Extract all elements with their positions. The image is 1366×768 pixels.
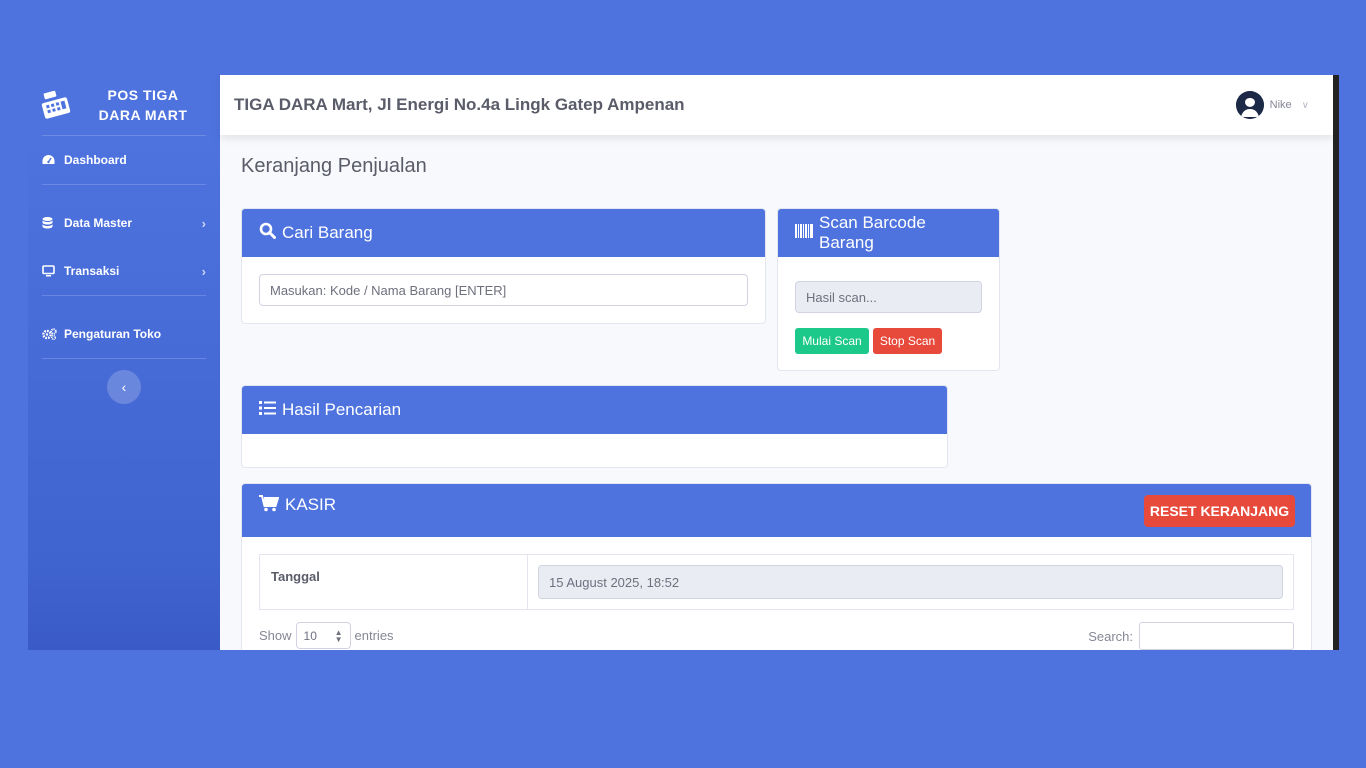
cogs-icon: [42, 328, 58, 340]
sidebar: POS TIGA DARA MART Dashboard Data Master…: [28, 75, 220, 650]
search-card-header: Cari Barang: [242, 209, 765, 257]
scan-card-header: Scan Barcode Barang: [778, 209, 999, 257]
sidebar-divider: [42, 358, 206, 359]
sidebar-item-label: Pengaturan Toko: [64, 327, 162, 341]
store-title: TIGA DARA Mart, Jl Energi No.4a Lingk Ga…: [234, 95, 685, 114]
start-scan-button[interactable]: Mulai Scan: [795, 328, 869, 354]
sidebar-item-label: Dashboard: [64, 153, 127, 167]
sidebar-item-label: Data Master: [64, 216, 133, 230]
reset-cart-button[interactable]: RESET KERANJANG: [1144, 495, 1295, 527]
chevron-right-icon: ›: [201, 215, 206, 231]
database-icon: [42, 217, 58, 229]
search-card: Cari Barang Masukan: Kode / Nama Barang …: [241, 208, 766, 324]
scan-card: Scan Barcode Barang Hasil scan... Mulai …: [777, 208, 1000, 371]
search-input[interactable]: Masukan: Kode / Nama Barang [ENTER]: [259, 274, 748, 306]
barcode-icon: [795, 223, 813, 243]
chevron-left-icon: ‹: [121, 379, 127, 395]
scan-result-input[interactable]: Hasil scan...: [795, 281, 982, 313]
brand-line-2: DARA MART: [98, 107, 188, 123]
date-field: 15 August 2025, 18:52: [538, 565, 1283, 599]
sidebar-item-label: Transaksi: [64, 264, 120, 278]
entries-label: entries: [354, 628, 394, 643]
user-dropdown[interactable]: Nike ∨: [1235, 91, 1319, 119]
results-card-title: Hasil Pencarian: [282, 400, 402, 419]
tachometer-icon: [42, 154, 58, 166]
sort-icon: ▲ ▼: [334, 627, 343, 644]
app-window: POS TIGA DARA MART Dashboard Data Master…: [28, 75, 1339, 650]
sidebar-item-dashboard[interactable]: Dashboard: [28, 136, 220, 184]
table-length-control: Show 10 ▲ ▼ entries: [259, 622, 394, 649]
list-icon: [259, 400, 276, 420]
kasir-card-header: KASIR RESET KERANJANG: [242, 484, 1311, 537]
desktop-icon: [42, 265, 58, 277]
chevron-right-icon: ›: [201, 263, 206, 279]
brand-name: POS TIGA DARA MART: [74, 85, 220, 125]
date-label: Tanggal: [260, 555, 528, 609]
results-card: Hasil Pencarian: [241, 385, 948, 468]
brand-line-1: POS TIGA: [107, 87, 179, 103]
show-label: Show: [259, 628, 292, 643]
brand[interactable]: POS TIGA DARA MART: [28, 75, 220, 135]
sidebar-item-data-master[interactable]: Data Master ›: [28, 199, 220, 247]
kasir-card: KASIR RESET KERANJANG Tanggal 15 August …: [241, 483, 1312, 650]
search-label: Search:: [1088, 628, 1133, 644]
main-content: TIGA DARA Mart, Jl Energi No.4a Lingk Ga…: [220, 75, 1339, 650]
cash-register-icon: [40, 88, 74, 122]
kasir-card-title: KASIR: [285, 495, 337, 514]
results-card-header: Hasil Pencarian: [242, 386, 947, 434]
sidebar-toggle-button[interactable]: ‹: [107, 370, 141, 404]
date-row: Tanggal 15 August 2025, 18:52: [259, 554, 1294, 610]
table-search-input[interactable]: [1139, 622, 1294, 650]
search-card-title: Cari Barang: [282, 223, 373, 242]
sidebar-item-pengaturan-toko[interactable]: Pengaturan Toko: [28, 310, 220, 358]
shopping-cart-icon: [259, 495, 280, 517]
scan-card-title: Scan Barcode Barang: [819, 213, 926, 252]
sidebar-item-transaksi[interactable]: Transaksi ›: [28, 247, 220, 295]
chevron-down-icon: ∨: [1301, 99, 1309, 111]
search-icon: [259, 222, 276, 244]
stop-scan-button[interactable]: Stop Scan: [873, 328, 942, 354]
avatar: [1235, 91, 1264, 119]
entries-select-value: 10: [303, 628, 317, 643]
page-title: Keranjang Penjualan: [241, 155, 427, 177]
entries-select[interactable]: 10 ▲ ▼: [295, 622, 351, 649]
table-search-control: Search:: [1088, 622, 1294, 650]
topbar: TIGA DARA Mart, Jl Energi No.4a Lingk Ga…: [220, 75, 1333, 135]
user-name: Nike: [1269, 99, 1292, 111]
